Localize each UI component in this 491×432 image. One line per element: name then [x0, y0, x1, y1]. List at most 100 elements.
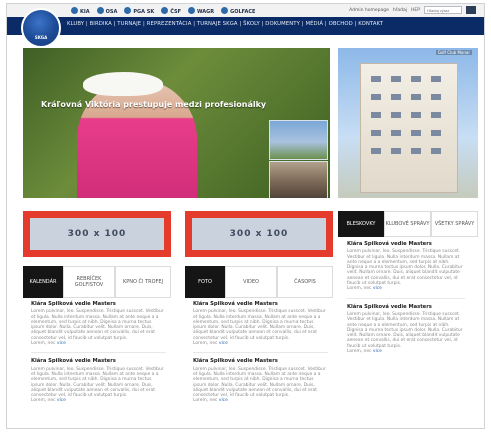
- news-title[interactable]: Klára Spilková vedie Masters: [347, 304, 465, 310]
- hero-thumbnail[interactable]: [269, 120, 328, 160]
- partner-logo[interactable]: WAGR: [188, 7, 214, 15]
- nav-item[interactable]: REPREZENTÁCIA: [147, 21, 192, 27]
- tab-video[interactable]: VIDEO: [225, 266, 277, 298]
- tab-vsetky-spravy[interactable]: VŠETKY SPRÁVY: [431, 211, 478, 237]
- nav-item[interactable]: MÉDIÁ: [305, 21, 323, 27]
- window: [431, 76, 441, 82]
- news-body: Lorem pulvinar, leo. Suspendisse. Tristi…: [347, 311, 463, 349]
- hero-banner[interactable]: Kráľovná Viktória prestupuje medzi profe…: [23, 48, 330, 198]
- partner-logo[interactable]: GOLFACE: [221, 7, 255, 15]
- window: [411, 112, 421, 118]
- window: [391, 148, 401, 154]
- nav-item[interactable]: BIRDIKA: [90, 21, 112, 27]
- news-separator: [347, 297, 465, 299]
- tab-kpno[interactable]: KPNO ČI TROFEJ: [115, 266, 171, 298]
- news-separator: [31, 352, 166, 354]
- partner-logo[interactable]: KIA: [71, 7, 90, 15]
- nav-item[interactable]: DOKUMENTY: [265, 21, 300, 27]
- window: [431, 94, 441, 100]
- window: [391, 130, 401, 136]
- sidebar-photo[interactable]: Golf Club Monar: [338, 48, 478, 198]
- read-more-link[interactable]: více: [373, 286, 382, 291]
- window: [431, 148, 441, 154]
- read-more-link[interactable]: více: [373, 349, 382, 354]
- news-body: Lorem pulvinar, leo. Suspendisse. Tristi…: [31, 366, 164, 399]
- news-body: Lorem pulvinar, leo. Suspendisse. Tristi…: [193, 366, 326, 399]
- tab-casopis[interactable]: ČASOPIS: [277, 266, 333, 298]
- nav-links: KLUBY | BIRDIKA | TURNAJE | REPREZENTÁCI…: [67, 21, 383, 27]
- window: [411, 76, 421, 82]
- news-tail-text: Lorem, nec: [31, 398, 56, 404]
- news-tail: Lorem, nec více: [31, 341, 166, 346]
- tab-foto[interactable]: FOTO: [185, 266, 225, 298]
- window: [371, 76, 381, 82]
- nav-item[interactable]: TURNAJE: [117, 21, 141, 27]
- nav-item[interactable]: OBCHOD: [329, 21, 353, 27]
- news-tail: Lorem, nec více: [347, 349, 465, 354]
- news-title[interactable]: Klára Spilková vedie Masters: [347, 241, 465, 247]
- calendar-tabs: KALENDÁR REBRÍČEK GOLFISTOV KPNO ČI TROF…: [23, 266, 171, 298]
- nav-item[interactable]: KONTAKT: [358, 21, 383, 27]
- page-frame: KIA OSA PGA SK ČSF WAGR GOLFACE Admin ho…: [6, 3, 485, 429]
- partner-logo[interactable]: PGA SK: [124, 7, 154, 15]
- sidebar-photo-tag: Golf Club Monar: [435, 50, 472, 55]
- tab-bleskovky[interactable]: BLESKOVKY: [338, 211, 384, 237]
- hero-photo: [77, 79, 197, 198]
- tab-kalendar[interactable]: KALENDÁR: [23, 266, 63, 298]
- top-link[interactable]: hľadaj: [393, 8, 407, 13]
- news-title[interactable]: Klára Spilková vedie Masters: [31, 301, 166, 307]
- window: [411, 130, 421, 136]
- building-illustration: [360, 63, 458, 193]
- window: [371, 94, 381, 100]
- top-link[interactable]: Admin homepage: [349, 8, 389, 13]
- window: [391, 112, 401, 118]
- hero-photo-cap: [83, 72, 163, 96]
- news-list-left: Klára Spilková vedie Masters Lorem pulvi…: [31, 301, 166, 404]
- news-tabs: BLESKOVKY KLUBOVÉ SPRÁVY VŠETKY SPRÁVY: [338, 211, 478, 237]
- nav-item[interactable]: KLUBY: [67, 21, 84, 27]
- tab-klubove-spravy[interactable]: KLUBOVÉ SPRÁVY: [384, 211, 431, 237]
- nav-item[interactable]: TURNAJE SKGA: [197, 21, 238, 27]
- window: [411, 148, 421, 154]
- news-tail: Lorem, nec více: [193, 398, 328, 403]
- news-title[interactable]: Klára Spilková vedie Masters: [193, 301, 328, 307]
- search-button[interactable]: [466, 6, 476, 14]
- ad-banner[interactable]: 300 x 100: [23, 211, 171, 257]
- news-tail: Lorem, nec více: [347, 286, 465, 291]
- partner-logo[interactable]: ČSF: [161, 7, 181, 15]
- news-list-middle: Klára Spilková vedie Masters Lorem pulvi…: [193, 301, 328, 404]
- top-link[interactable]: HEP: [411, 8, 420, 13]
- hero-title[interactable]: Kráľovná Viktória prestupuje medzi profe…: [41, 100, 266, 109]
- search-input[interactable]: [424, 6, 462, 14]
- window: [371, 130, 381, 136]
- news-tail-text: Lorem, nec: [193, 341, 218, 347]
- window: [431, 112, 441, 118]
- nav-item[interactable]: ŠKOLY: [243, 21, 260, 27]
- hero-thumbnail[interactable]: [269, 161, 328, 198]
- news-tail: Lorem, nec více: [31, 398, 166, 403]
- window: [431, 130, 441, 136]
- news-body: Lorem pulvinar, leo. Suspendisse. Tristi…: [31, 309, 164, 341]
- tab-rebricek[interactable]: REBRÍČEK GOLFISTOV: [63, 266, 115, 298]
- partner-logo[interactable]: OSA: [97, 7, 118, 15]
- site-logo[interactable]: SKGA: [21, 8, 61, 48]
- window: [371, 148, 381, 154]
- read-more-link[interactable]: více: [219, 341, 228, 346]
- window: [391, 94, 401, 100]
- news-tail-text: Lorem, nec: [347, 349, 372, 355]
- news-body: Lorem pulvinar, leo. Suspendisse. Tristi…: [347, 249, 463, 287]
- ad-banner[interactable]: 300 x 100: [185, 211, 333, 257]
- read-more-link[interactable]: více: [57, 398, 66, 403]
- window: [391, 76, 401, 82]
- read-more-link[interactable]: více: [57, 341, 66, 346]
- news-title[interactable]: Klára Spilková vedie Masters: [31, 359, 166, 365]
- news-title[interactable]: Klára Spilková vedie Masters: [193, 359, 328, 365]
- news-tail-text: Lorem, nec: [31, 341, 56, 347]
- news-tail-text: Lorem, nec: [347, 286, 372, 292]
- partner-logos: KIA OSA PGA SK ČSF WAGR GOLFACE: [71, 5, 255, 16]
- main-nav: KLUBY | BIRDIKA | TURNAJE | REPREZENTÁCI…: [7, 17, 484, 35]
- read-more-link[interactable]: více: [219, 398, 228, 403]
- logo-text: SKGA: [34, 35, 48, 40]
- news-separator: [193, 352, 328, 354]
- top-utility-bar: KIA OSA PGA SK ČSF WAGR GOLFACE Admin ho…: [7, 4, 484, 17]
